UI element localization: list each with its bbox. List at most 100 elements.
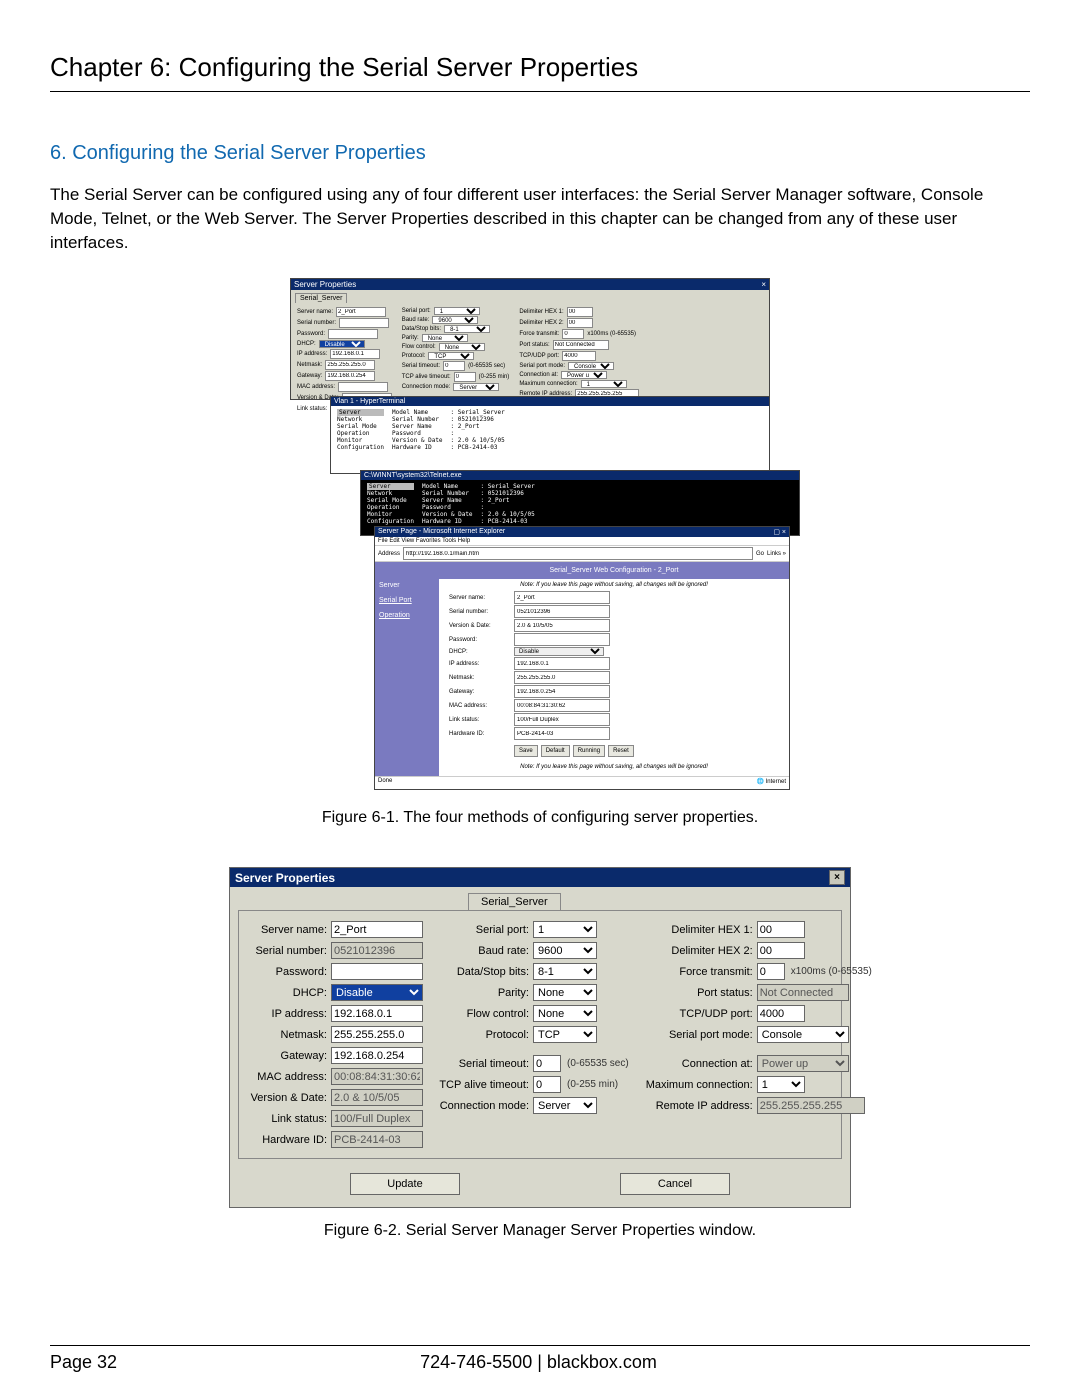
mgr-spm[interactable]: Console <box>568 362 614 370</box>
web-version <box>514 619 610 632</box>
mgr-ds[interactable]: 8-1 <box>444 325 490 333</box>
flow-control-select[interactable]: None <box>533 1005 597 1022</box>
mgr-st[interactable] <box>443 361 465 371</box>
console-field-value: : 0521012396 <box>451 416 505 423</box>
telnet-menu-item[interactable]: Monitor <box>367 511 414 518</box>
mgr-ft[interactable] <box>562 329 584 339</box>
console-menu-item[interactable]: Monitor <box>337 437 384 444</box>
mgr-tu[interactable] <box>562 351 596 361</box>
figure-6-2: Server Properties × Serial_Server Server… <box>50 867 1030 1208</box>
ip-address-input[interactable] <box>331 1005 423 1022</box>
browser-window-buttons[interactable]: ▢ × <box>773 528 786 536</box>
password-input[interactable] <box>331 963 423 980</box>
max-connection-select[interactable]: 1 <box>757 1076 805 1093</box>
parity-select[interactable]: None <box>533 984 597 1001</box>
mgr-proto[interactable]: TCP <box>428 352 474 360</box>
web-running-button[interactable]: Running <box>573 745 605 757</box>
telnet-menu-item[interactable]: Server <box>367 483 414 490</box>
mgr-lbl-parity: Parity: <box>402 335 419 341</box>
lbl-server-name: Server name: <box>249 924 327 936</box>
netmask-input[interactable] <box>331 1026 423 1043</box>
mgr-dhcp[interactable]: Disable <box>319 340 365 348</box>
baud-rate-select[interactable]: 9600 <box>533 942 597 959</box>
web-ip[interactable] <box>514 657 610 670</box>
close-icon[interactable]: × <box>829 870 845 885</box>
force-transmit-input[interactable] <box>757 963 785 980</box>
web-netmask[interactable] <box>514 671 610 684</box>
mgr-d1[interactable] <box>567 307 593 317</box>
dhcp-select[interactable]: Disable <box>331 984 423 1001</box>
mgr-ip[interactable] <box>330 349 380 359</box>
mgr-ta[interactable] <box>454 372 476 382</box>
telnet-menu-item[interactable]: Configuration <box>367 518 414 525</box>
web-server-name[interactable] <box>514 591 610 604</box>
telnet-field-value: : PCB-2414-03 <box>481 518 535 525</box>
server-name-input[interactable] <box>331 921 423 938</box>
links-label[interactable]: Links » <box>767 551 786 557</box>
web-side-link[interactable]: Serial Port <box>379 597 435 604</box>
console-menu-item[interactable]: Server <box>337 409 384 416</box>
update-button[interactable]: Update <box>350 1173 460 1195</box>
mgr-gateway[interactable] <box>325 371 375 381</box>
console-field-value: : 2.0 & 10/5/05 <box>451 437 505 444</box>
web-default-button[interactable]: Default <box>541 745 570 757</box>
chapter-heading: Chapter 6: Configuring the Serial Server… <box>50 52 1030 83</box>
mgr-netmask[interactable] <box>325 360 375 370</box>
figure-6-1: Server Properties × Serial_Server Server… <box>50 278 1030 795</box>
browser-menubar[interactable]: File Edit View Favorites Tools Help <box>375 537 789 546</box>
web-lbl: Version & Date: <box>449 623 509 629</box>
telnet-field-label: Version & Date <box>422 511 473 518</box>
section-title: 6. Configuring the Serial Server Propert… <box>50 142 1030 165</box>
protocol-select[interactable]: TCP <box>533 1026 597 1043</box>
serial-port-select[interactable]: 1 <box>533 921 597 938</box>
mgr-baud[interactable]: 9600 <box>432 316 478 324</box>
web-password[interactable] <box>514 633 610 646</box>
close-icon[interactable]: × <box>761 280 766 289</box>
mgr-parity[interactable]: None <box>422 334 468 342</box>
cancel-button[interactable]: Cancel <box>620 1173 730 1195</box>
delimiter-hex-2-input[interactable] <box>757 942 805 959</box>
lbl-ip: IP address: <box>249 1008 327 1020</box>
address-bar[interactable] <box>403 547 753 560</box>
version-date-field <box>331 1089 423 1106</box>
mgr-server-name-input[interactable] <box>336 307 386 317</box>
tcp-udp-port-input[interactable] <box>757 1005 805 1022</box>
go-button[interactable]: Go <box>756 551 764 557</box>
gateway-input[interactable] <box>331 1047 423 1064</box>
web-gateway[interactable] <box>514 685 610 698</box>
web-side-link[interactable]: Server <box>379 582 435 589</box>
hyperterminal-window: Vlan 1 - HyperTerminal Server Network Se… <box>330 396 770 474</box>
tcp-alive-input[interactable] <box>533 1076 561 1093</box>
page-number: Page 32 <box>50 1352 117 1373</box>
console-menu-item[interactable]: Configuration <box>337 444 384 451</box>
console-menu-item[interactable]: Operation <box>337 430 384 437</box>
lbl-hardware-id: Hardware ID: <box>249 1134 327 1146</box>
serial-port-mode-select[interactable]: Console <box>757 1026 849 1043</box>
telnet-menu-item[interactable]: Serial Mode <box>367 497 414 504</box>
mgr-d2[interactable] <box>567 318 593 328</box>
mgr-cm[interactable]: Server <box>453 383 499 391</box>
telnet-field-value: : <box>481 504 535 511</box>
web-side-link[interactable]: Operation <box>379 612 435 619</box>
web-save-button[interactable]: Save <box>514 745 538 757</box>
mgr-password[interactable] <box>328 329 378 339</box>
mgr-sp[interactable]: 1 <box>434 307 480 315</box>
mgr-mc[interactable]: 1 <box>581 380 627 388</box>
data-stop-select[interactable]: 8-1 <box>533 963 597 980</box>
lbl-mac: MAC address: <box>249 1071 327 1083</box>
web-reset-button[interactable]: Reset <box>608 745 634 757</box>
connection-mode-select[interactable]: Server <box>533 1097 597 1114</box>
intro-paragraph: The Serial Server can be configured usin… <box>50 183 1030 254</box>
manager-tab[interactable]: Serial_Server <box>295 293 347 303</box>
console-menu-item[interactable]: Serial Mode <box>337 423 384 430</box>
lbl-remote-ip: Remote IP address: <box>643 1100 753 1112</box>
lbl-tcp-udp-port: TCP/UDP port: <box>643 1008 753 1020</box>
console-menu-item[interactable]: Network <box>337 416 384 423</box>
tab-serial-server[interactable]: Serial_Server <box>468 893 561 910</box>
telnet-menu-item[interactable]: Operation <box>367 504 414 511</box>
delimiter-hex-1-input[interactable] <box>757 921 805 938</box>
web-dhcp[interactable]: Disable <box>514 647 604 656</box>
telnet-menu-item[interactable]: Network <box>367 490 414 497</box>
mgr-flow[interactable]: None <box>439 343 485 351</box>
serial-timeout-input[interactable] <box>533 1055 561 1072</box>
